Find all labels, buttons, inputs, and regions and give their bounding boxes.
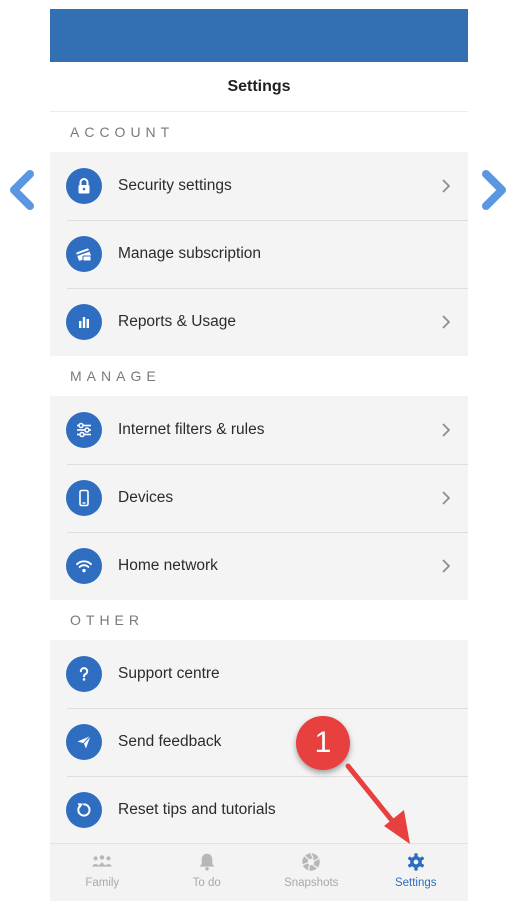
- list-item-reports-usage[interactable]: Reports & Usage: [50, 288, 468, 356]
- callout-arrow-icon: [345, 763, 410, 844]
- section-list-account: Security settings Manage subscription Re…: [50, 152, 468, 356]
- sliders-icon: [66, 412, 102, 448]
- wifi-icon: [66, 548, 102, 584]
- send-icon: [66, 724, 102, 760]
- section-header-other: OTHER: [50, 600, 468, 640]
- lock-icon: [66, 168, 102, 204]
- bell-icon: [199, 853, 215, 871]
- status-bar: [50, 9, 468, 62]
- reset-icon: [66, 792, 102, 828]
- section-header-account: ACCOUNT: [50, 112, 468, 152]
- item-label: Send feedback: [118, 733, 222, 750]
- item-label: Manage subscription: [118, 245, 262, 262]
- tab-to-do[interactable]: To do: [155, 844, 260, 901]
- list-item-manage-subscription[interactable]: Manage subscription: [50, 220, 468, 288]
- phone-icon: [66, 480, 102, 516]
- page-title: Settings: [50, 62, 468, 112]
- chevron-right-icon: [442, 315, 451, 329]
- section-header-manage: MANAGE: [50, 356, 468, 396]
- list-item-home-network[interactable]: Home network: [50, 532, 468, 600]
- section-list-manage: Internet filters & rules Devices Home ne…: [50, 396, 468, 600]
- item-label: Support centre: [118, 665, 220, 682]
- tab-label: Snapshots: [284, 877, 339, 889]
- bottom-tab-bar: Family To do Snapshots Settings: [50, 843, 468, 901]
- list-item-security-settings[interactable]: Security settings: [50, 152, 468, 220]
- tab-label: To do: [192, 877, 221, 889]
- tab-family[interactable]: Family: [50, 844, 155, 901]
- item-label: Reports & Usage: [118, 313, 237, 330]
- chevron-right-icon: [442, 423, 451, 437]
- item-label: Home network: [118, 557, 218, 574]
- item-label: Devices: [118, 489, 174, 506]
- gear-icon: [407, 853, 424, 871]
- list-item-devices[interactable]: Devices: [50, 464, 468, 532]
- tab-settings[interactable]: Settings: [364, 844, 469, 901]
- item-label: Internet filters & rules: [118, 421, 265, 438]
- list-item-internet-filters[interactable]: Internet filters & rules: [50, 396, 468, 464]
- family-icon: [92, 855, 112, 867]
- aperture-icon: [302, 853, 320, 871]
- carousel-prev-arrow-icon[interactable]: [8, 170, 38, 210]
- chevron-right-icon: [442, 179, 451, 193]
- carousel-next-arrow-icon[interactable]: [478, 170, 507, 210]
- list-item-support-centre[interactable]: Support centre: [50, 640, 468, 708]
- credit-card-icon: [66, 236, 102, 272]
- tab-label: Family: [85, 877, 120, 889]
- bar-chart-icon: [66, 304, 102, 340]
- tab-label: Settings: [394, 877, 437, 889]
- chevron-right-icon: [442, 491, 451, 505]
- chevron-right-icon: [442, 559, 451, 573]
- question-icon: [66, 656, 102, 692]
- tab-snapshots[interactable]: Snapshots: [259, 844, 364, 901]
- item-label: Security settings: [118, 177, 232, 194]
